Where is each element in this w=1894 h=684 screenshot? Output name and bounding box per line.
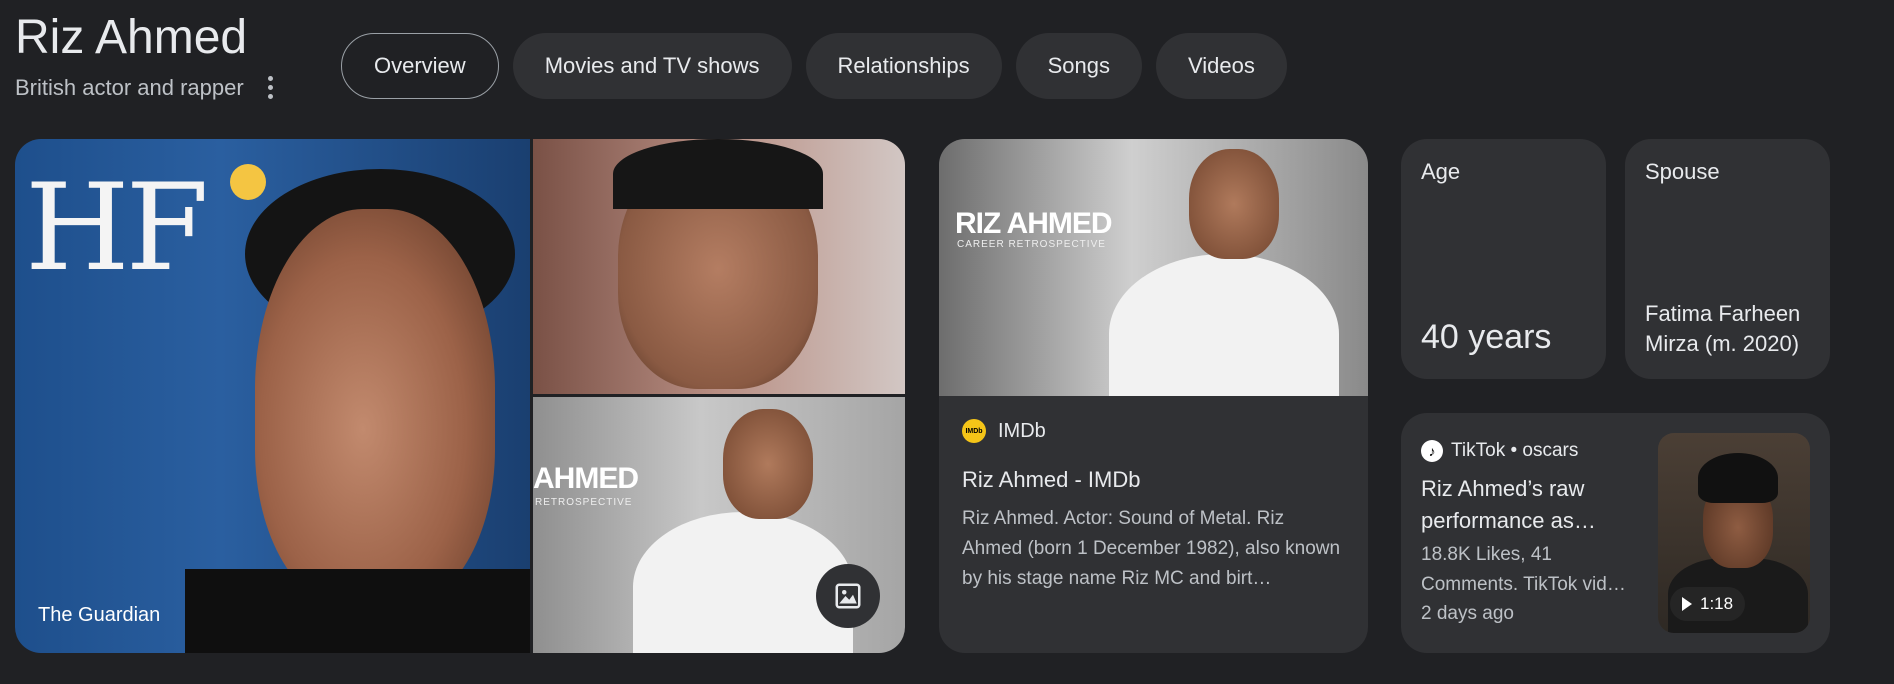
spouse-fact-card[interactable]: Spouse Fatima Farheen Mirza (m. 2020) — [1625, 139, 1830, 379]
tab-overview[interactable]: Overview — [341, 33, 499, 99]
image-grid: HF The Guardian AHMED RETROSPECTIVE — [15, 139, 905, 653]
photo-source-caption: The Guardian — [38, 604, 161, 626]
entity-subtitle: British actor and rapper — [15, 74, 244, 100]
kebab-dot — [267, 76, 273, 81]
age-value: 40 years — [1421, 318, 1552, 356]
photo-face — [723, 409, 813, 519]
spouse-label: Spouse — [1645, 159, 1720, 184]
photo-face — [1189, 149, 1279, 259]
video-timestamp: 2 days ago — [1421, 603, 1514, 624]
kebab-dot — [267, 94, 273, 99]
age-label: Age — [1421, 159, 1461, 184]
thumb-subtitle-text: CAREER RETROSPECTIVE — [957, 239, 1106, 250]
entity-title: Riz Ahmed — [15, 11, 248, 64]
more-options-icon[interactable] — [264, 72, 277, 103]
tab-videos[interactable]: Videos — [1155, 33, 1287, 99]
subtitle-row: British actor and rapper — [15, 72, 277, 103]
backdrop-logo-text: HF — [25, 159, 209, 298]
thumb-subtitle-text: RETROSPECTIVE — [535, 497, 633, 508]
video-source-row: ♪ TikTok • oscars — [1421, 440, 1578, 462]
photo-beanie — [1698, 453, 1778, 503]
imdb-favicon-icon: IMDb — [962, 419, 986, 443]
thumb-title-text: RIZ AHMED — [955, 207, 1113, 240]
kebab-dot — [267, 85, 273, 90]
photo-face — [255, 209, 495, 609]
imdb-result-card[interactable]: RIZ AHMED CAREER RETROSPECTIVE IMDb IMDb… — [939, 139, 1368, 653]
spouse-value: Fatima Farheen Mirza (m. 2020) — [1645, 301, 1801, 356]
source-row: IMDb IMDb — [962, 419, 1046, 443]
more-images-button[interactable] — [816, 564, 880, 628]
video-duration: 1:18 — [1700, 594, 1734, 613]
video-thumbnail[interactable]: 1:18 — [1658, 433, 1810, 633]
entity-tabs: Overview Movies and TV shows Relationshi… — [341, 33, 1287, 99]
tab-relationships[interactable]: Relationships — [805, 33, 1002, 99]
photo-closeup[interactable] — [533, 139, 905, 394]
result-title-link[interactable]: Riz Ahmed - IMDb — [962, 467, 1141, 493]
result-snippet: Riz Ahmed. Actor: Sound of Metal. Riz Ah… — [962, 508, 1341, 589]
photo-shirt — [185, 569, 530, 653]
tiktok-video-card[interactable]: ♪ TikTok • oscars Riz Ahmed’s raw perfor… — [1401, 413, 1830, 653]
image-icon — [835, 583, 861, 609]
video-duration-badge: 1:18 — [1670, 587, 1746, 621]
imdb-thumbnail: RIZ AHMED CAREER RETROSPECTIVE — [939, 139, 1368, 396]
video-source: TikTok • oscars — [1451, 440, 1579, 461]
source-name: IMDb — [998, 419, 1046, 442]
photo-hair — [613, 139, 823, 209]
age-fact-card[interactable]: Age 40 years — [1401, 139, 1606, 379]
tab-movies-and-tv-shows[interactable]: Movies and TV shows — [512, 33, 792, 99]
photo-retrospective[interactable]: AHMED RETROSPECTIVE — [533, 397, 905, 653]
play-icon — [1682, 597, 1692, 611]
tab-songs[interactable]: Songs — [1015, 33, 1142, 99]
video-title[interactable]: Riz Ahmed’s raw performance as… — [1421, 473, 1636, 537]
entity-header: Riz Ahmed British actor and rapper — [15, 10, 277, 103]
tiktok-icon: ♪ — [1421, 440, 1443, 462]
backdrop-logo-dot — [230, 164, 266, 200]
main-photo[interactable]: HF The Guardian — [15, 139, 530, 653]
photo-shirt — [1109, 254, 1339, 396]
video-meta: 18.8K Likes, 41 Comments. TikTok vid… — [1421, 544, 1626, 595]
thumb-title-text: AHMED — [533, 462, 639, 495]
